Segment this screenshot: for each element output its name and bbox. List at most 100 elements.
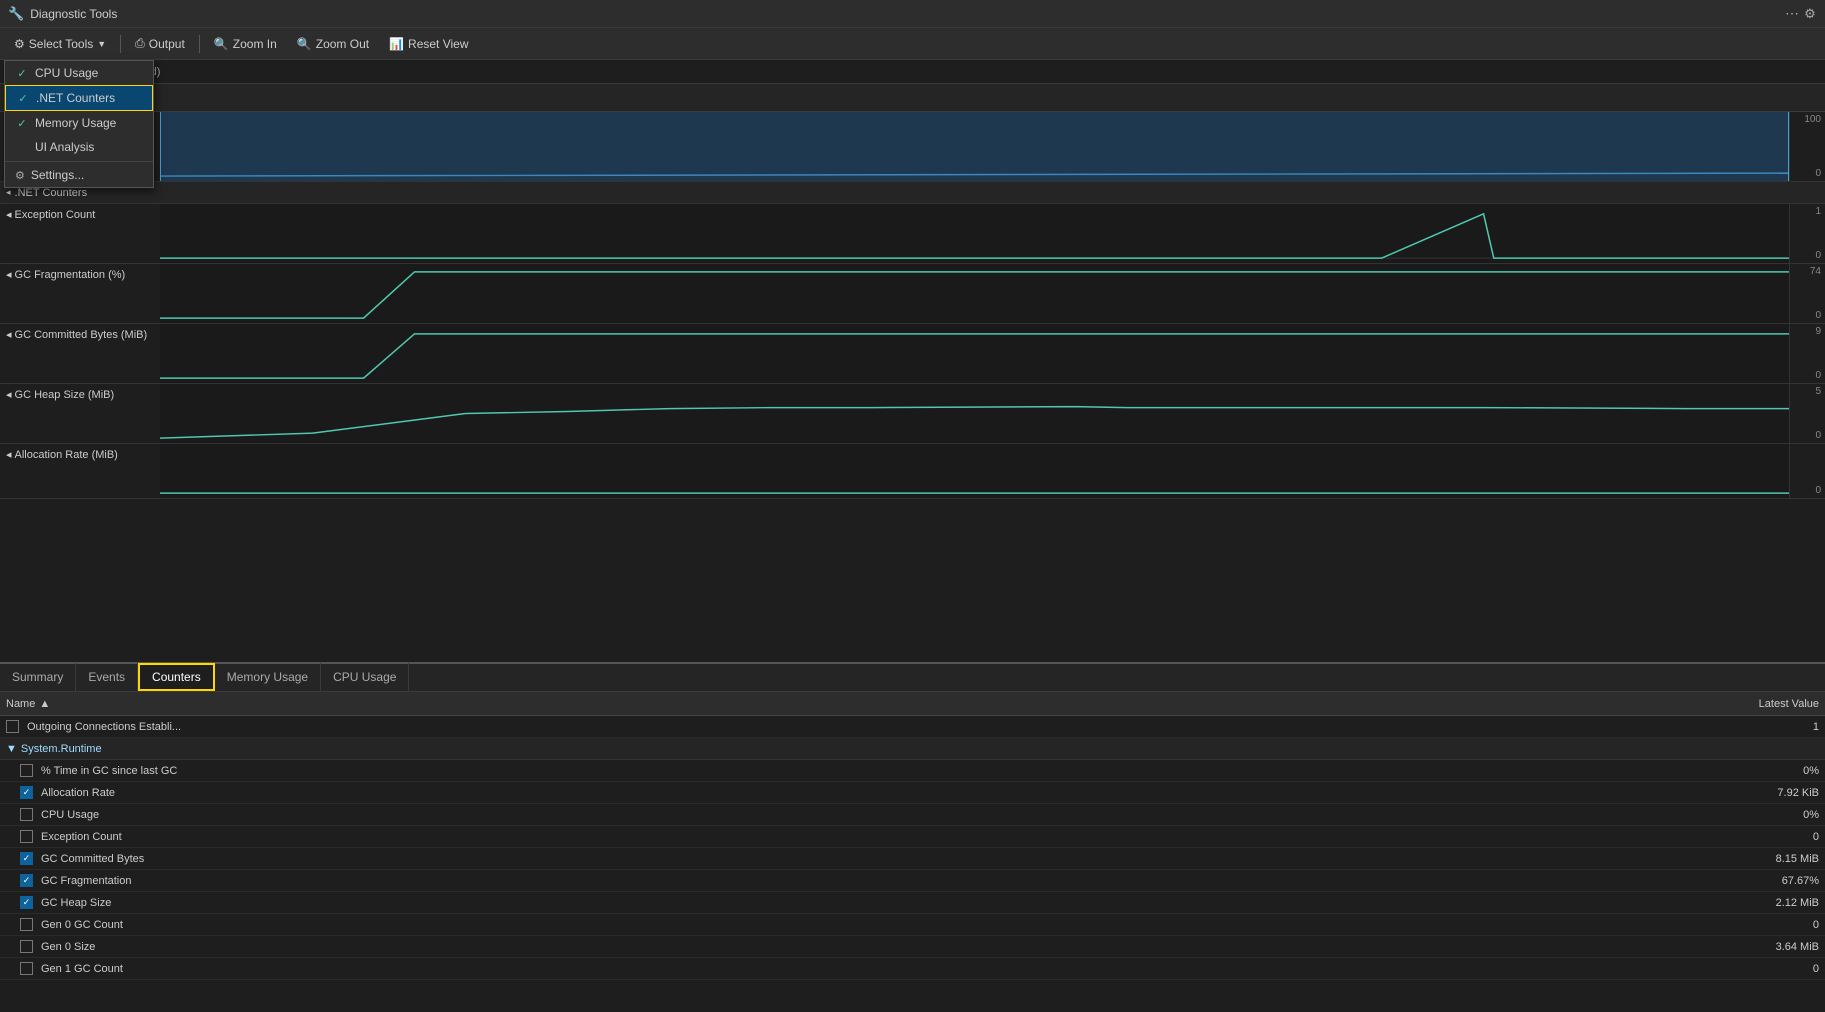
table-row-time-in-gc[interactable]: % Time in GC since last GC 0% (0, 760, 1825, 782)
gc-heap-size-checkbox[interactable] (20, 896, 33, 909)
tab-counters-label: Counters (152, 670, 201, 684)
gear-icon: ⚙ (14, 37, 25, 51)
gc-fragmentation-checkbox[interactable] (20, 874, 33, 887)
zoom-out-button[interactable]: 🔍 Zoom Out (289, 34, 377, 54)
memory-usage-canvas[interactable] (160, 112, 1789, 181)
gc-heap-size-y-axis: 5 0 (1789, 384, 1825, 443)
table-row-gen1-gc-count[interactable]: Gen 1 GC Count 0 (0, 958, 1825, 980)
memory-selected-range (160, 112, 1789, 181)
allocation-rate-canvas[interactable] (160, 444, 1789, 498)
table-row-gc-heap-size[interactable]: GC Heap Size 2.12 MiB (0, 892, 1825, 914)
tab-events[interactable]: Events (76, 663, 138, 691)
tab-events-label: Events (88, 670, 125, 684)
title-bar-controls: ⋯ ⚙ (1785, 7, 1817, 21)
value-col-label: Latest Value (1759, 698, 1819, 710)
gc-committed-bytes-canvas[interactable] (160, 324, 1789, 383)
title-bar-title: Diagnostic Tools (30, 7, 1785, 21)
exception-y-max: 1 (1794, 206, 1821, 217)
tab-cpu-usage-label: CPU Usage (333, 670, 396, 684)
table-row-gc-committed-bytes[interactable]: GC Committed Bytes 8.15 MiB (0, 848, 1825, 870)
dropdown-item-cpu-usage[interactable]: ✓ CPU Usage (5, 61, 153, 85)
allocation-rate-checkbox[interactable] (20, 786, 33, 799)
allocation-rate-section-title: ◂ Allocation Rate (MiB) (6, 448, 154, 461)
dropdown-item-settings[interactable]: ⚙ Settings... (5, 161, 153, 187)
tab-summary[interactable]: Summary (0, 663, 76, 691)
table-row-outgoing-conn[interactable]: Outgoing Connections Establi... 1 (0, 716, 1825, 738)
table-row-exception-count[interactable]: Exception Count 0 (0, 826, 1825, 848)
table-row-gen0-size[interactable]: Gen 0 Size 3.64 MiB (0, 936, 1825, 958)
dropdown-arrow-icon: ▼ (97, 39, 106, 49)
tab-counters[interactable]: Counters (138, 663, 215, 691)
outgoing-conn-checkbox[interactable] (6, 720, 19, 733)
collapse-triangle-gcheap[interactable]: ◂ (6, 388, 12, 401)
reset-view-button[interactable]: 📊 Reset View (381, 34, 476, 54)
gcfrag-y-max: 74 (1794, 266, 1821, 277)
time-in-gc-cell: % Time in GC since last GC (0, 764, 1705, 777)
collapse-triangle-gccommit[interactable]: ◂ (6, 328, 12, 341)
select-tools-button[interactable]: ⚙ Select Tools ▼ (6, 34, 114, 54)
outgoing-conn-cell: Outgoing Connections Establi... (0, 720, 1705, 733)
gc-committed-bytes-checkbox[interactable] (20, 852, 33, 865)
sort-asc-icon: ▲ (39, 698, 50, 710)
gc-committed-bytes-cell: GC Committed Bytes (0, 852, 1705, 865)
gc-fragmentation-label: ◂ GC Fragmentation (%) (0, 264, 160, 323)
table-row-allocation-rate[interactable]: Allocation Rate 7.92 KiB (0, 782, 1825, 804)
collapse-triangle-alloc[interactable]: ◂ (6, 448, 12, 461)
table-row-gc-fragmentation[interactable]: GC Fragmentation 67.67% (0, 870, 1825, 892)
gc-heap-size-chart-row: ◂ GC Heap Size (MiB) 5 0 (0, 384, 1825, 444)
exception-count-checkbox[interactable] (20, 830, 33, 843)
dropdown-item-cpu-usage-label: CPU Usage (35, 66, 98, 80)
collapse-triangle-gcfrag[interactable]: ◂ (6, 268, 12, 281)
net-counters-header-title: .NET Counters (15, 187, 88, 199)
zoom-in-button[interactable]: 🔍 Zoom In (206, 34, 285, 54)
tab-cpu-usage[interactable]: CPU Usage (321, 663, 409, 691)
time-in-gc-checkbox[interactable] (20, 764, 33, 777)
toolbar-separator-2 (199, 35, 200, 53)
name-column-header[interactable]: Name ▲ (0, 698, 1705, 710)
gc-fragmentation-canvas[interactable] (160, 264, 1789, 323)
collapse-triangle-exception[interactable]: ◂ (6, 208, 12, 221)
gen0-size-checkbox[interactable] (20, 940, 33, 953)
table-row-cpu-usage[interactable]: CPU Usage 0% (0, 804, 1825, 826)
allocation-rate-row-value: 7.92 KiB (1705, 787, 1825, 799)
allocation-rate-cell: Allocation Rate (0, 786, 1705, 799)
output-label: Output (149, 37, 185, 51)
gc-heap-size-row-value: 2.12 MiB (1705, 897, 1825, 909)
gc-heap-section-title: ◂ GC Heap Size (MiB) (6, 388, 154, 401)
gen1-gc-count-row-label: Gen 1 GC Count (41, 963, 123, 975)
outgoing-conn-label: Outgoing Connections Establi... (27, 721, 181, 733)
gc-fragmentation-chart-row: ◂ GC Fragmentation (%) 74 0 (0, 264, 1825, 324)
gccommit-y-max: 9 (1794, 326, 1821, 337)
system-runtime-group[interactable]: ▼ System.Runtime (0, 738, 1825, 760)
gc-committed-title: GC Committed Bytes (MiB) (15, 329, 148, 341)
net-counters-check-icon: ✓ (16, 91, 30, 105)
time-in-gc-label: % Time in GC since last GC (41, 765, 177, 777)
dropdown-item-net-counters[interactable]: ✓ .NET Counters (5, 85, 153, 111)
gen0-gc-count-checkbox[interactable] (20, 918, 33, 931)
tab-summary-label: Summary (12, 670, 63, 684)
settings-icon[interactable]: ⚙ (1803, 7, 1817, 21)
output-button[interactable]: ⎙ Output (127, 33, 193, 54)
table-row-gen0-gc-count[interactable]: Gen 0 GC Count 0 (0, 914, 1825, 936)
exception-count-canvas[interactable] (160, 204, 1789, 263)
tab-memory-usage[interactable]: Memory Usage (215, 663, 321, 691)
more-options-icon[interactable]: ⋯ (1785, 7, 1799, 21)
dropdown-item-ui-analysis[interactable]: ✓ UI Analysis (5, 135, 153, 159)
dropdown-item-memory-usage[interactable]: ✓ Memory Usage (5, 111, 153, 135)
gc-committed-section-title: ◂ GC Committed Bytes (MiB) (6, 328, 154, 341)
gen1-gc-count-checkbox[interactable] (20, 962, 33, 975)
value-column-header[interactable]: Latest Value (1705, 698, 1825, 710)
group-collapse-icon: ▼ (6, 743, 17, 755)
select-tools-dropdown: ✓ CPU Usage ✓ .NET Counters ✓ Memory Usa… (4, 60, 154, 188)
gc-fragmentation-row-label: GC Fragmentation (41, 875, 131, 887)
reset-view-label: Reset View (408, 37, 468, 51)
exception-count-label: ◂ Exception Count (0, 204, 160, 263)
gcheap-y-max: 5 (1794, 386, 1821, 397)
bottom-panel: Summary Events Counters Memory Usage CPU… (0, 662, 1825, 1012)
memory-usage-y-axis: 100 0 (1789, 112, 1825, 181)
gc-fragmentation-section-title: ◂ GC Fragmentation (%) (6, 268, 154, 281)
net-counters-section-header[interactable]: ◂ .NET Counters (0, 182, 1825, 204)
cpu-usage-checkbox[interactable] (20, 808, 33, 821)
gc-heap-size-canvas[interactable] (160, 384, 1789, 443)
gen1-gc-count-cell: Gen 1 GC Count (0, 962, 1705, 975)
